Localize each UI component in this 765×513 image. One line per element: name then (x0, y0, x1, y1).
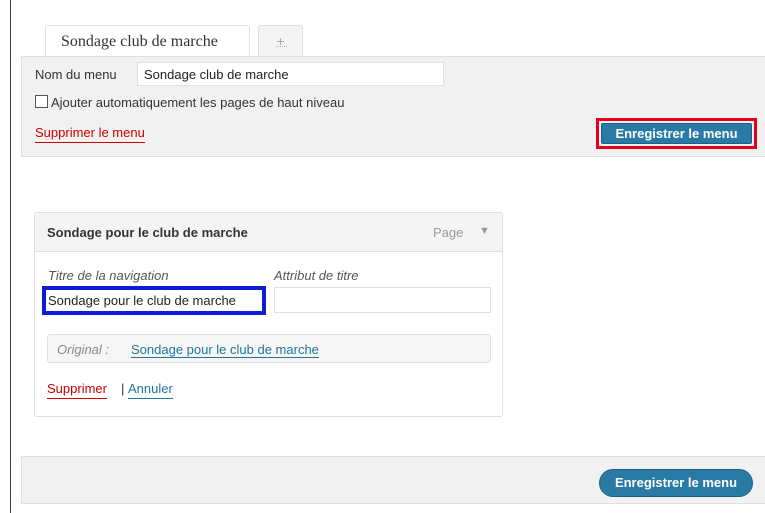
menu-item-title: Sondage pour le club de marche (47, 225, 248, 240)
cancel-item-link[interactable]: Annuler (128, 381, 173, 399)
left-border-line (10, 0, 11, 513)
title-attr-caption: Attribut de titre (274, 268, 359, 283)
menu-header: Nom du menu Ajouter automatiquement les … (21, 56, 765, 157)
save-menu-button[interactable]: Enregistrer le menu (601, 123, 752, 144)
tab-menu-sondage[interactable]: Sondage club de marche (45, 25, 250, 57)
delete-item-link[interactable]: Supprimer (47, 381, 107, 399)
menu-item-type: Page (433, 225, 464, 240)
menu-item: Sondage pour le club de marche Page ▼ Ti… (34, 212, 503, 417)
original-caption: Original : (57, 342, 110, 357)
nav-label-caption: Titre de la navigation (48, 268, 169, 283)
tab-label: Sondage club de marche (61, 33, 218, 50)
original-box: Original : Sondage pour le club de march… (47, 334, 491, 363)
menu-footer: Enregistrer le menu (21, 456, 765, 504)
original-link[interactable]: Sondage pour le club de marche (131, 342, 319, 358)
menu-name-label: Nom du menu (35, 67, 117, 82)
save-menu-button-bottom[interactable]: Enregistrer le menu (599, 469, 753, 497)
nav-label-highlight (42, 286, 266, 315)
dotted-underline (276, 46, 287, 47)
link-separator: | (121, 381, 125, 396)
nav-label-input[interactable] (48, 292, 260, 309)
menu-item-handle[interactable]: Sondage pour le club de marche Page ▼ (35, 213, 502, 252)
save-button-highlight: Enregistrer le menu (596, 118, 757, 149)
chevron-down-icon[interactable]: ▼ (479, 225, 490, 237)
menu-name-input[interactable] (137, 62, 444, 86)
delete-menu-link[interactable]: Supprimer le menu (35, 125, 145, 143)
title-attr-input[interactable] (274, 287, 491, 313)
auto-add-checkbox[interactable] (35, 95, 48, 108)
tab-add-menu[interactable]: + (258, 25, 303, 57)
auto-add-label: Ajouter automatiquement les pages de hau… (51, 95, 345, 110)
